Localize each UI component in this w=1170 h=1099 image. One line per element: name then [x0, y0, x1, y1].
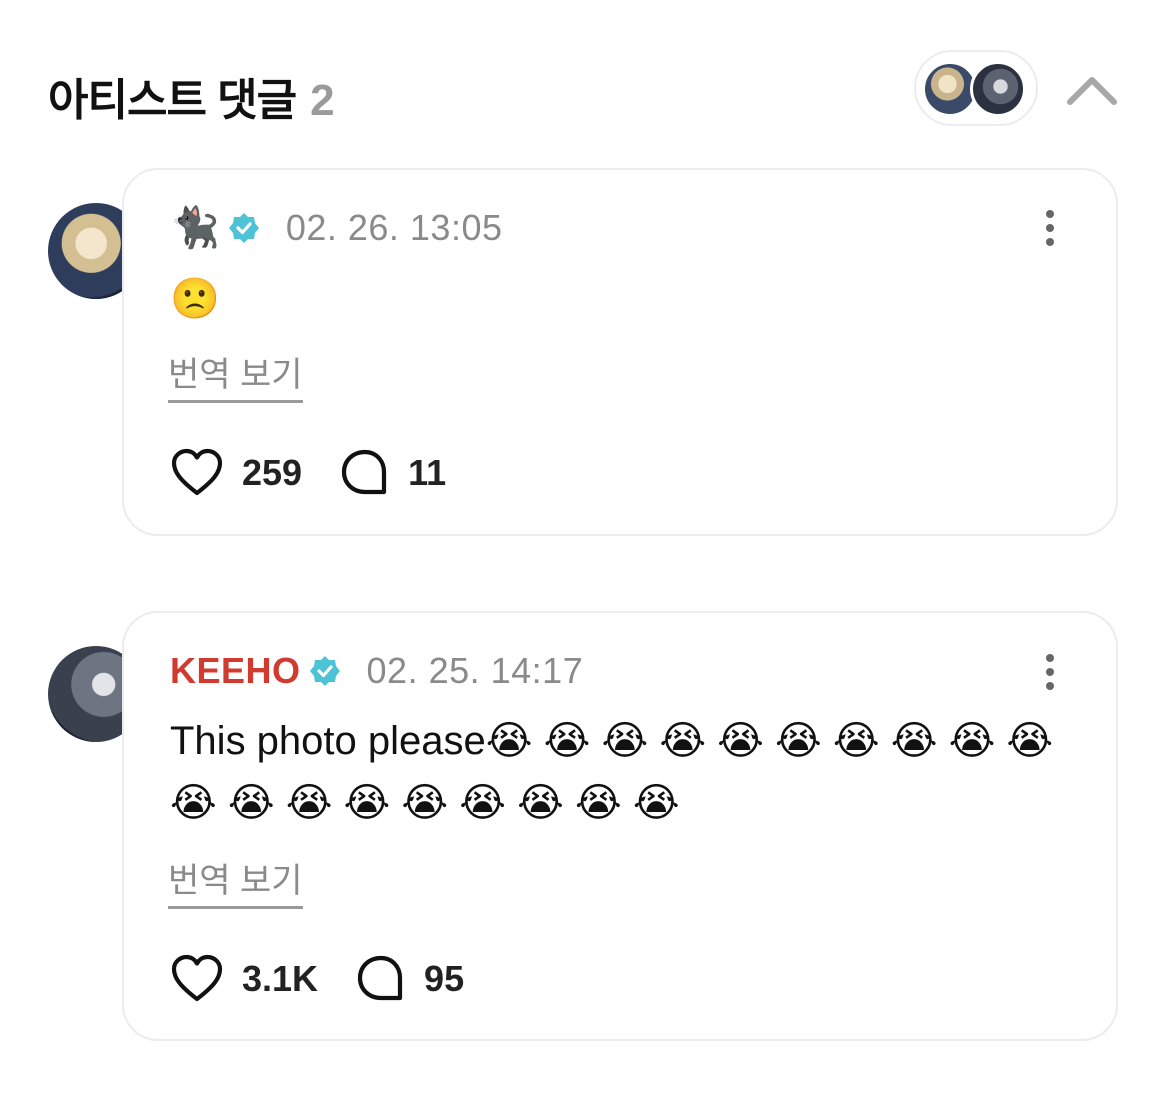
more-vertical-icon: [1046, 210, 1054, 246]
heart-icon: [171, 954, 223, 1002]
comment-bubble-icon: [357, 955, 403, 1001]
comment-timestamp: 02. 26. 13:05: [285, 207, 503, 248]
heart-icon: [171, 448, 223, 496]
author-name[interactable]: 🐈‍⬛: [170, 208, 220, 248]
comment-actions: 259 11: [170, 448, 484, 498]
comment-author-row: 🐈‍⬛ 02. 26. 13:05: [170, 206, 503, 250]
comment-author-row: KEEHO 02. 25. 14:17: [170, 649, 583, 693]
like-count: 259: [242, 452, 303, 493]
artist-avatar-stack[interactable]: [914, 50, 1038, 126]
translate-link[interactable]: 번역 보기: [168, 347, 303, 403]
author-name[interactable]: KEEHO: [170, 650, 301, 692]
comment-count: 2: [310, 76, 335, 125]
comment-timestamp: 02. 25. 14:17: [366, 650, 584, 691]
like-count: 3.1K: [242, 958, 319, 999]
collapse-button[interactable]: [1064, 64, 1120, 114]
reply-count: 95: [424, 958, 465, 999]
more-options-button[interactable]: [1036, 652, 1064, 692]
comment-text: 🙁: [170, 277, 220, 321]
comment-text: This photo please😭 😭 😭 😭 😭 😭 😭 😭 😭 😭 😭 😭…: [170, 719, 1054, 825]
comment-actions: 3.1K 95: [170, 954, 502, 1004]
like-button[interactable]: [170, 954, 224, 1004]
comment-bubble-icon: [341, 449, 387, 495]
translate-link[interactable]: 번역 보기: [168, 853, 303, 909]
verified-badge-icon: [309, 656, 340, 686]
more-vertical-icon: [1046, 654, 1054, 690]
reply-count: 11: [408, 452, 447, 493]
more-options-button[interactable]: [1036, 208, 1064, 248]
artist-comments-header: 아티스트 댓글 2: [48, 50, 1120, 126]
artist-avatar: [970, 61, 1026, 117]
section-title: 아티스트 댓글 2: [48, 64, 335, 128]
verified-badge-icon: [228, 213, 259, 243]
reply-button[interactable]: [340, 448, 390, 498]
reply-button[interactable]: [356, 954, 406, 1004]
chevron-up-icon: [1067, 77, 1117, 105]
like-button[interactable]: [170, 448, 224, 498]
section-title-label: 아티스트 댓글: [48, 76, 297, 125]
